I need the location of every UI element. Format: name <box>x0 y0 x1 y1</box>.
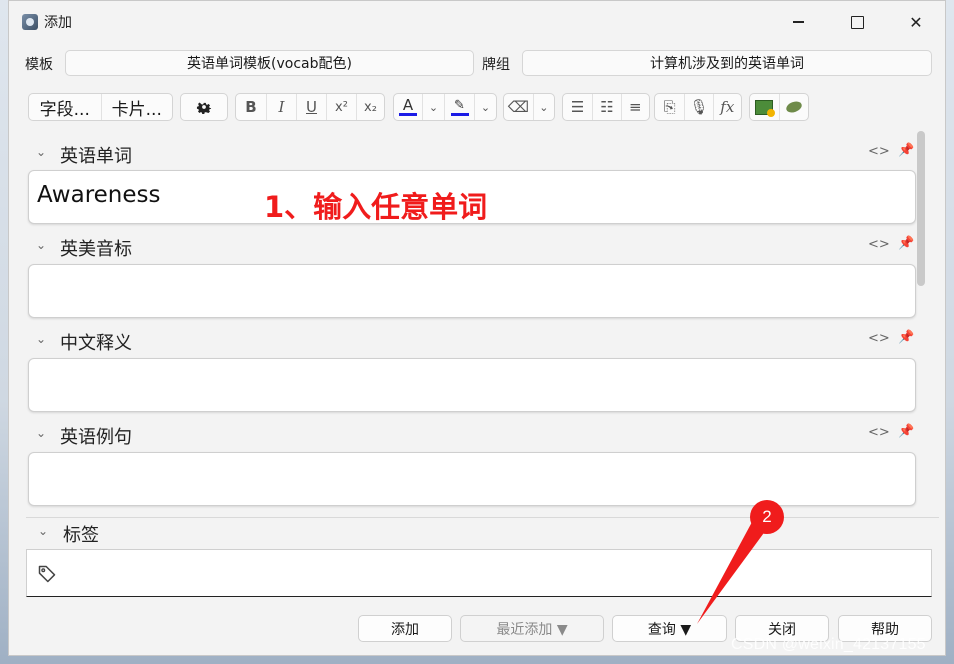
subscript-icon[interactable]: x₂ <box>356 94 384 120</box>
minimize-icon <box>792 21 804 23</box>
chevron-down-icon[interactable]: ⌄ <box>36 332 46 346</box>
eraser-icon[interactable]: ⌫ <box>504 94 533 120</box>
field-header[interactable]: ⌄ 英美音标 <> 📌 <box>26 234 916 260</box>
bold-icon[interactable]: B <box>236 94 266 120</box>
field-name: 英语例句 <box>60 427 132 448</box>
pin-icon[interactable]: 📌 <box>898 143 914 158</box>
media-group: ⎘ 🎙 fx <box>654 93 742 121</box>
eraser-group: ⌫ ⌄ <box>503 93 555 121</box>
gear-icon <box>196 102 212 115</box>
chevron-down-icon[interactable]: ⌄ <box>38 524 48 538</box>
query-button[interactable]: 查询 ▼ <box>612 615 727 642</box>
field-input-example-sentence[interactable] <box>28 452 916 506</box>
chevron-down-icon[interactable]: ⌄ <box>36 238 46 252</box>
pin-icon[interactable]: 📌 <box>898 330 914 345</box>
chevron-down-icon[interactable]: ⌄ <box>36 426 46 440</box>
options-button[interactable] <box>181 94 227 120</box>
field-header[interactable]: ⌄ 英语单词 <> 📌 <box>26 141 916 167</box>
list-group: ☰ ☷ ≡ <box>562 93 650 121</box>
tags-input[interactable] <box>26 549 932 597</box>
deck-label: 牌组 <box>482 57 510 73</box>
fields-cards-group: 字段... 卡片... <box>28 93 173 121</box>
field-value: Awareness <box>37 182 161 208</box>
field-input-phonetic[interactable] <box>28 264 916 318</box>
add-button[interactable]: 添加 <box>358 615 452 642</box>
note-type-selector[interactable]: 英语单词模板(vocab配色) <box>65 50 474 76</box>
underline-icon[interactable]: U <box>296 94 326 120</box>
field-name: 中文释义 <box>60 333 132 354</box>
pin-icon[interactable]: 📌 <box>898 424 914 439</box>
tags-header[interactable]: ⌄ 标签 <box>26 520 326 546</box>
field-header[interactable]: ⌄ 中文释义 <> 📌 <box>26 328 916 354</box>
maximize-button[interactable] <box>837 7 877 37</box>
html-editor-icon[interactable]: <> <box>868 425 890 440</box>
minimize-button[interactable] <box>778 7 818 37</box>
pin-icon[interactable]: 📌 <box>898 236 914 251</box>
superscript-icon[interactable]: x² <box>326 94 356 120</box>
attach-icon[interactable]: ⎘ <box>655 94 684 120</box>
html-editor-icon[interactable]: <> <box>868 237 890 252</box>
formula-icon[interactable]: fx <box>712 94 741 120</box>
history-button[interactable]: 最近添加 ▼ <box>460 615 604 642</box>
html-editor-icon[interactable]: <> <box>868 144 890 159</box>
highlight-color-icon[interactable]: ✎ <box>444 94 474 120</box>
tag-icon <box>38 565 56 583</box>
field-name: 英美音标 <box>60 239 132 260</box>
field-input-chinese-meaning[interactable] <box>28 358 916 412</box>
field-name: 英语单词 <box>60 146 132 167</box>
title-bar: 添加 ✕ <box>9 1 945 41</box>
divider <box>26 517 939 518</box>
bullet-list-icon[interactable]: ☰ <box>563 94 592 120</box>
chevron-down-icon[interactable]: ⌄ <box>36 145 46 159</box>
maximize-icon <box>850 15 864 29</box>
record-icon[interactable]: 🎙 <box>684 94 712 120</box>
app-icon <box>22 14 38 30</box>
ocr-icon[interactable] <box>778 94 808 120</box>
step1-annotation: 1、输入任意单词 <box>264 190 488 224</box>
tags-label: 标签 <box>63 525 99 546</box>
deck-selector[interactable]: 计算机涉及到的英语单词 <box>522 50 932 76</box>
addon-group <box>749 93 809 121</box>
numbered-list-icon[interactable]: ☷ <box>592 94 620 120</box>
italic-icon[interactable]: I <box>266 94 296 120</box>
color-group: A ⌄ ✎ ⌄ <box>393 93 497 121</box>
close-icon: ✕ <box>909 12 923 32</box>
options-group <box>180 93 228 121</box>
image-add-icon[interactable] <box>750 94 779 120</box>
fields-button[interactable]: 字段... <box>29 94 101 120</box>
align-icon[interactable]: ≡ <box>620 94 649 120</box>
chevron-down-icon[interactable]: ⌄ <box>474 94 496 120</box>
editor-scrollbar[interactable] <box>917 131 925 286</box>
close-window-button[interactable]: ✕ <box>896 7 936 37</box>
html-editor-icon[interactable]: <> <box>868 331 890 346</box>
cards-button[interactable]: 卡片... <box>100 94 173 120</box>
format-group: B I U x² x₂ <box>235 93 385 121</box>
add-note-window: 添加 ✕ 模板 英语单词模板(vocab配色) 牌组 计算机涉及到的英语单词 字… <box>8 0 946 656</box>
chevron-down-icon[interactable]: ⌄ <box>422 94 444 120</box>
step2-badge: 2 <box>750 500 784 534</box>
chevron-down-icon[interactable]: ⌄ <box>532 94 554 120</box>
field-header[interactable]: ⌄ 英语例句 <> 📌 <box>26 422 916 448</box>
window-title: 添加 <box>44 15 72 31</box>
note-type-label: 模板 <box>25 57 53 73</box>
text-color-icon[interactable]: A <box>394 94 422 120</box>
watermark: CSDN @weixin_42137155 <box>731 636 926 653</box>
